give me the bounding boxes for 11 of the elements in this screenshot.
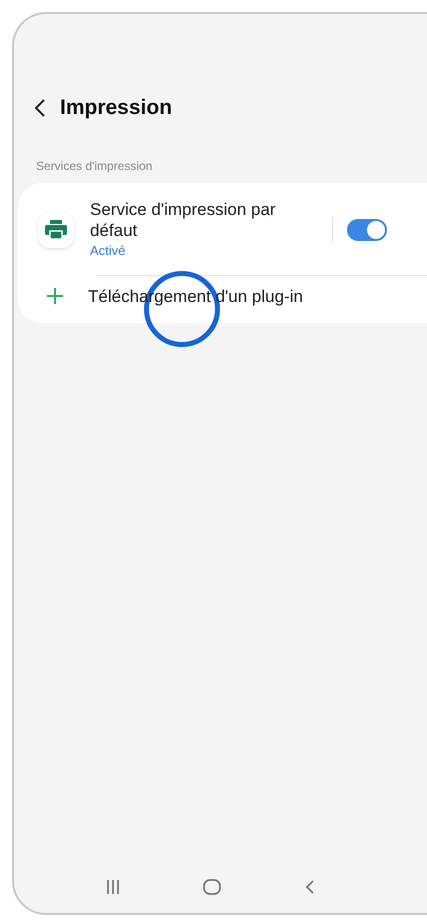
page-title: Impression [60,95,172,121]
plus-icon [46,287,64,306]
recent-apps-icon[interactable] [106,879,120,895]
home-icon[interactable] [203,879,222,895]
item-status: Activé [90,242,126,260]
printer-icon [38,212,74,248]
back-icon[interactable] [34,98,46,118]
settings-row[interactable]: Service d'impression par défaut Activé [18,188,427,270]
toggle-switch[interactable] [347,218,387,240]
item-title: Service d'impression par défaut [90,198,277,241]
section-label: Services d'impression [36,158,154,174]
